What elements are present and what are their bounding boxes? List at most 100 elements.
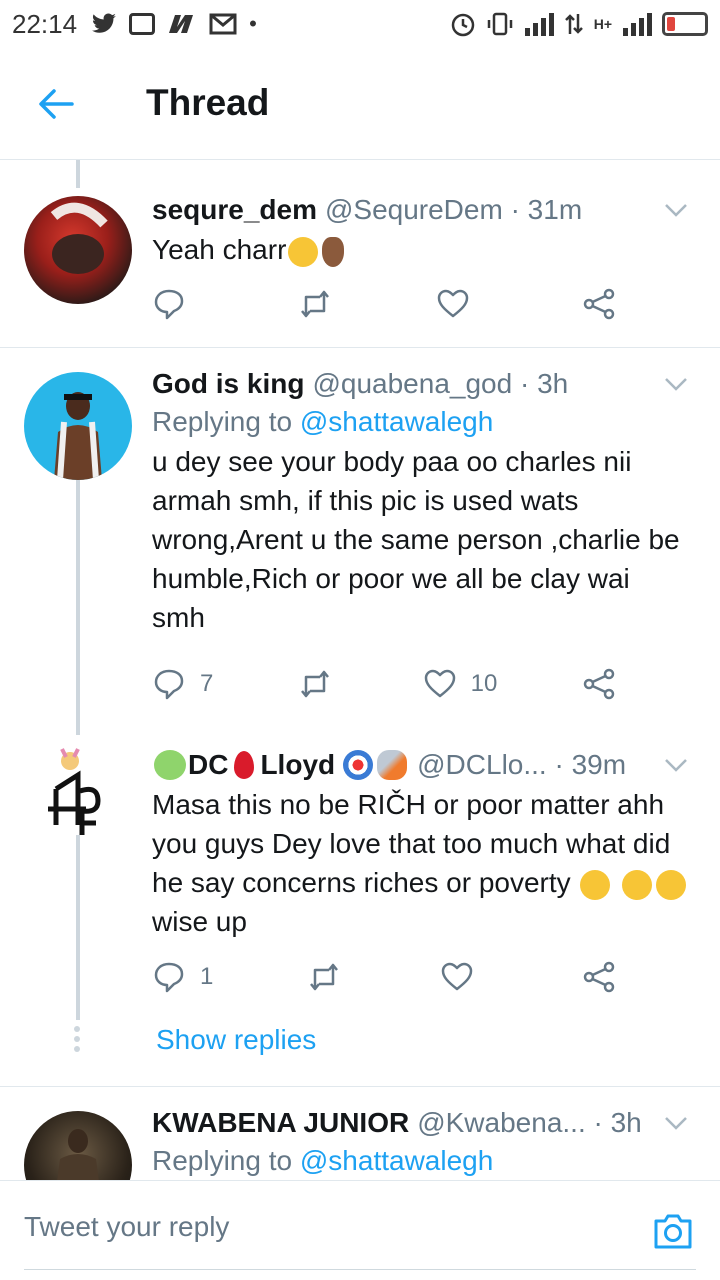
tweet-actions: 1	[152, 957, 622, 997]
more-notifications-dot: •	[249, 11, 257, 36]
victory-hand-emoji-icon	[322, 236, 345, 267]
tweet-2[interactable]: God is king @quabena_god · 3h Replying t…	[0, 348, 720, 718]
theater-masks-emoji-icon	[154, 750, 186, 780]
reply-button[interactable]	[152, 287, 200, 321]
app-header: Thread	[0, 48, 720, 160]
thread-connector-top	[76, 160, 80, 188]
handle-time: @quabena_god · 3h	[312, 368, 569, 399]
replying-to: Replying to @shattawalegh	[152, 402, 690, 442]
thread-dots	[74, 1026, 82, 1056]
avatar[interactable]	[24, 1111, 132, 1180]
tweet-3[interactable]: DC Lloyd @DCLlo... · 39m Masa this no be…	[0, 735, 720, 1015]
like-button[interactable]	[440, 960, 488, 994]
laughing-emoji-icon	[288, 236, 319, 267]
mention-link[interactable]: @shattawalegh	[300, 406, 493, 437]
status-time: 22:14	[12, 8, 78, 39]
reply-icon	[154, 289, 184, 320]
reply-count: 7	[200, 670, 214, 697]
camera-icon[interactable]	[652, 1211, 694, 1251]
tweet-header: God is king @quabena_god · 3h	[152, 366, 690, 402]
like-button[interactable]	[436, 287, 484, 321]
heart-icon	[424, 669, 455, 698]
reply-input[interactable]: Tweet your reply	[24, 1211, 229, 1243]
reply-button[interactable]: 1	[152, 960, 213, 994]
tweet-4[interactable]: KWABENA JUNIOR @Kwabena... · 3h Replying…	[0, 1087, 720, 1180]
unamused-face-emoji-icon	[580, 869, 611, 900]
like-count: 10	[470, 670, 498, 697]
heart-icon	[437, 289, 469, 318]
retweet-button[interactable]	[307, 960, 347, 994]
blood-drop-emoji-icon	[234, 751, 255, 779]
tweet-text-body: Yeah charr	[152, 234, 287, 265]
share-icon	[583, 668, 615, 700]
twitter-notification-icon	[92, 13, 116, 33]
share-button[interactable]	[582, 667, 622, 701]
avatar[interactable]	[40, 745, 112, 837]
app-notification-icon	[169, 15, 194, 33]
replying-label: Replying to	[152, 406, 293, 437]
status-bar: 22:14 • H+	[0, 0, 720, 48]
avatar[interactable]	[24, 196, 132, 304]
tweet-content: KWABENA JUNIOR @Kwabena... · 3h Replying…	[152, 1105, 690, 1180]
reply-composer: Tweet your reply	[0, 1180, 720, 1280]
replying-label: Replying to	[152, 1145, 293, 1176]
tweet-text-tail: wise up	[152, 906, 247, 937]
handle-time: @SequreDem · 31m	[324, 194, 583, 225]
reply-icon	[154, 669, 184, 700]
replying-to: Replying to @shattawalegh	[152, 1141, 690, 1180]
tweet-content: DC Lloyd @DCLlo... · 39m Masa this no be…	[152, 747, 690, 941]
share-icon	[583, 288, 615, 320]
share-button[interactable]	[582, 287, 622, 321]
rocket-emoji-icon	[377, 750, 408, 780]
reply-input-underline	[24, 1269, 696, 1270]
chevron-down-icon[interactable]	[662, 196, 690, 224]
chevron-down-icon[interactable]	[662, 1109, 690, 1137]
share-icon	[583, 961, 615, 993]
tweet-text: Masa this no be RIČH or poor matter ahh …	[152, 785, 690, 941]
handle-time: @DCLlo... · 39m	[417, 749, 627, 780]
notification-icons: •	[91, 11, 257, 37]
chevron-down-icon[interactable]	[662, 370, 690, 398]
page-title: Thread	[146, 82, 270, 123]
tweet-text: u dey see your body paa oo charles nii a…	[152, 446, 680, 633]
data-transfer-icon	[564, 14, 583, 34]
unamused-face-emoji-icon	[656, 869, 687, 900]
message-notification-icon	[129, 13, 156, 35]
back-arrow-icon[interactable]	[36, 84, 76, 124]
heart-icon	[442, 962, 473, 991]
tweet-header: KWABENA JUNIOR @Kwabena... · 3h	[152, 1105, 690, 1141]
display-name-part-2[interactable]: Lloyd	[260, 747, 335, 783]
retweet-icon	[301, 290, 329, 318]
gmail-notification-icon	[209, 13, 237, 35]
system-icons: H+	[450, 11, 708, 37]
display-name-part-1[interactable]: DC	[188, 747, 228, 783]
target-emoji-icon	[343, 750, 374, 780]
tweet-actions: 7 10	[152, 664, 622, 704]
tweet-header: sequre_dem @SequreDem · 31m	[152, 192, 690, 228]
mention-link[interactable]: @shattawalegh	[300, 1145, 493, 1176]
chevron-down-icon[interactable]	[662, 751, 690, 779]
like-button[interactable]: 10	[423, 667, 498, 701]
avatar[interactable]	[24, 372, 132, 480]
tweet-content: God is king @quabena_god · 3h Replying t…	[152, 366, 690, 637]
show-replies-link[interactable]: Show replies	[156, 1024, 316, 1056]
reply-icon	[154, 962, 184, 993]
tweet-header: DC Lloyd @DCLlo... · 39m	[152, 747, 690, 783]
retweet-icon	[309, 963, 338, 991]
reply-button[interactable]: 7	[152, 667, 213, 701]
thread-connector	[76, 835, 80, 1020]
retweet-button[interactable]	[298, 287, 338, 321]
signal-icon-1	[524, 13, 554, 36]
tweet-text: Yeah charr	[152, 230, 690, 269]
retweet-button[interactable]	[298, 667, 338, 701]
battery-icon	[662, 12, 708, 36]
display-name[interactable]: sequre_dem	[152, 192, 317, 228]
unamused-face-emoji-icon	[622, 869, 653, 900]
tweet-content: sequre_dem @SequreDem · 31m Yeah charr	[152, 192, 690, 269]
share-button[interactable]	[582, 960, 622, 994]
thread-connector	[76, 480, 80, 735]
display-name[interactable]: KWABENA JUNIOR	[152, 1105, 409, 1141]
display-name[interactable]: God is king	[152, 366, 304, 402]
signal-icon-2	[623, 13, 652, 36]
tweet-1[interactable]: sequre_dem @SequreDem · 31m Yeah charr	[0, 188, 720, 348]
